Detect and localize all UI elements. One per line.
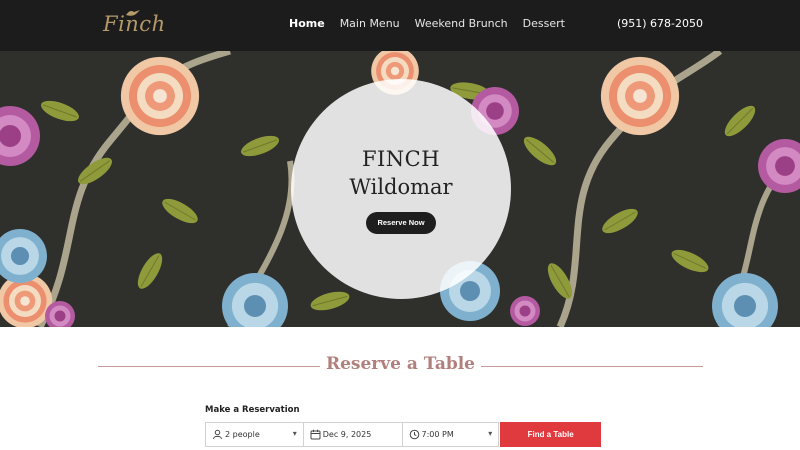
- person-icon: [213, 429, 222, 440]
- site-header: Finch Home Main Menu Weekend Brunch Dess…: [0, 0, 800, 51]
- heading-divider-right: [481, 366, 703, 367]
- calendar-icon: [310, 429, 321, 440]
- hero-location: Wildomar: [349, 175, 453, 199]
- clock-icon: [409, 429, 419, 440]
- date-value: Dec 9, 2025: [322, 430, 372, 439]
- hero-banner: FINCH Wildomar Reserve Now: [0, 51, 800, 327]
- chevron-down-icon: ▾: [292, 429, 297, 438]
- party-size-select[interactable]: 2 people ▾: [205, 422, 304, 447]
- reservation-form-label: Make a Reservation: [205, 405, 300, 415]
- reserve-section-heading: Reserve a Table: [0, 354, 800, 378]
- section-title: Reserve a Table: [325, 354, 476, 374]
- nav-weekend-brunch[interactable]: Weekend Brunch: [415, 17, 508, 30]
- time-select[interactable]: 7:00 PM ▾: [402, 422, 500, 447]
- nav-dessert[interactable]: Dessert: [523, 17, 565, 30]
- main-nav: Home Main Menu Weekend Brunch Dessert: [289, 17, 580, 30]
- reserve-now-button[interactable]: Reserve Now: [366, 212, 436, 234]
- party-size-value: 2 people: [225, 430, 260, 439]
- phone-number[interactable]: (951) 678-2050: [617, 17, 703, 30]
- hero-title-circle: FINCH Wildomar Reserve Now: [291, 79, 511, 299]
- reservation-form: 2 people ▾ Dec 9, 2025 7:00 PM ▾ Find a …: [205, 422, 601, 447]
- finch-logo[interactable]: Finch: [103, 8, 165, 42]
- find-a-table-button[interactable]: Find a Table: [500, 422, 601, 447]
- hero-title: FINCH: [361, 147, 441, 171]
- nav-home[interactable]: Home: [289, 17, 325, 30]
- time-value: 7:00 PM: [421, 430, 454, 439]
- heading-divider-left: [98, 366, 320, 367]
- date-picker[interactable]: Dec 9, 2025: [303, 422, 403, 447]
- chevron-down-icon: ▾: [488, 429, 493, 438]
- nav-main-menu[interactable]: Main Menu: [340, 17, 400, 30]
- bird-icon: [126, 10, 140, 16]
